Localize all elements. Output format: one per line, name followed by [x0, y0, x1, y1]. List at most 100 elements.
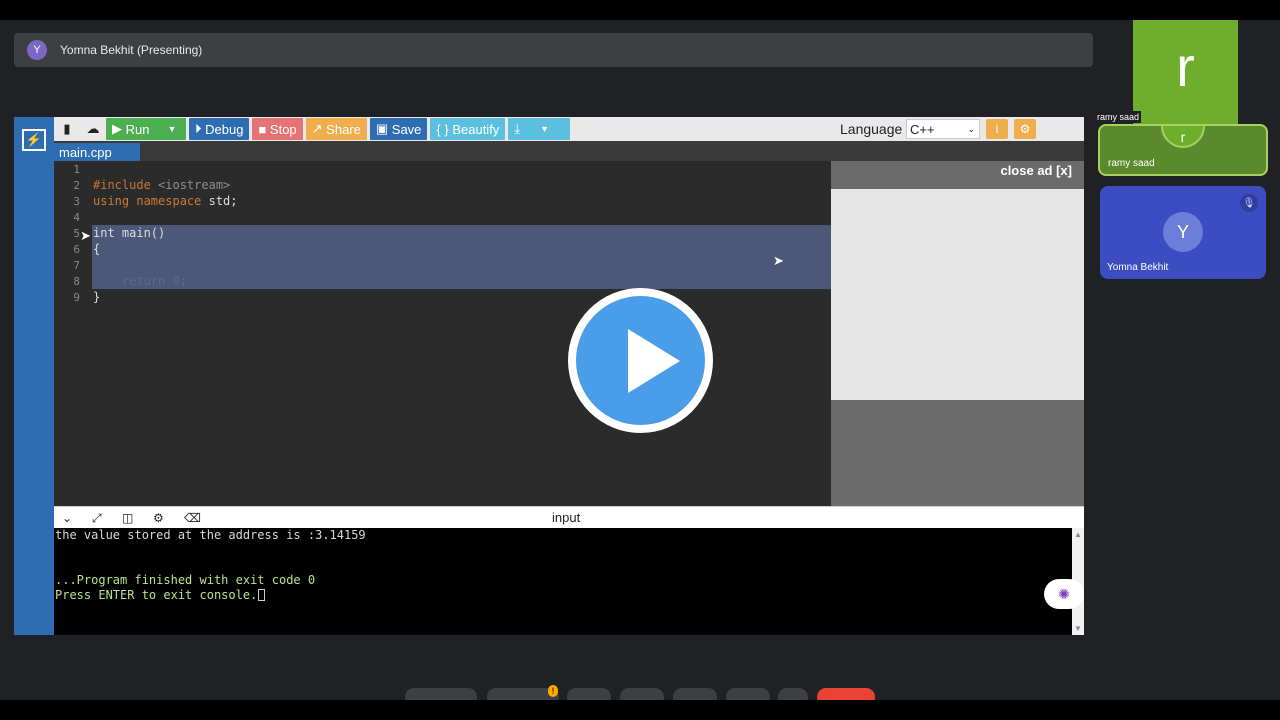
line-number: 9 [73, 291, 80, 304]
code-line-3: using namespace std; [93, 194, 238, 210]
code-line-8: return 0; [93, 274, 187, 290]
namespace-name: std; [201, 194, 238, 208]
mouse-pointer-icon: ➤ [773, 253, 784, 268]
participant-tile-ramy[interactable]: r ramy saad [1098, 124, 1268, 176]
scroll-up-icon[interactable]: ▲ [1074, 530, 1082, 539]
download-button[interactable]: ⤓ ▼ [508, 118, 571, 140]
line-number: 7 [73, 259, 80, 272]
warning-icon: ! [548, 685, 558, 697]
presenter-label: Yomna Bekhit (Presenting) [60, 43, 203, 57]
chevron-down-icon[interactable]: ▼ [167, 124, 176, 134]
line-number: 8 [73, 275, 80, 288]
play-video-button[interactable] [568, 288, 713, 433]
line-gutter: 1 2 3 4 5 6 7 8 9 [54, 161, 92, 506]
download-icon: ⤓ [514, 121, 521, 136]
console-exit-line: ...Program finished with exit code 0 [55, 573, 316, 587]
code-line-5: int main() [93, 226, 166, 240]
language-select[interactable]: C++ ⌄ [906, 119, 980, 139]
include-directive: #include [93, 178, 151, 192]
share-label: Share [326, 121, 361, 137]
participant-tile-main[interactable]: r [1133, 20, 1238, 125]
save-button[interactable]: ▣ Save [369, 118, 428, 140]
console-prompt-line: Press ENTER to exit console. [55, 588, 266, 602]
play-icon: ▶ [112, 121, 126, 136]
namespace-keyword: namespace [129, 194, 202, 208]
mic-off-icon: 🎙 [1240, 194, 1258, 212]
code-line-9: } [93, 290, 101, 304]
code-line-6: { [93, 242, 101, 256]
select-chevron-icon: ⌄ [967, 123, 975, 134]
code-editor[interactable]: 1 2 3 4 5 6 7 8 9 #include <iostream> us… [54, 161, 831, 506]
language-label: Language [840, 121, 903, 137]
close-ad-button[interactable]: close ad [x] [1000, 163, 1072, 178]
info-icon[interactable]: i [986, 119, 1008, 139]
share-icon: ↗ [311, 121, 327, 136]
line-number: 5 [73, 227, 80, 240]
debug-icon: ⏵ [195, 121, 206, 136]
return-keyword: return [93, 274, 166, 288]
beautify-button[interactable]: { } Beautify [430, 118, 506, 140]
share-button[interactable]: ↗ Share [305, 118, 367, 140]
run-label: Run [125, 121, 150, 137]
play-triangle-icon [628, 329, 680, 393]
return-value: 0; [165, 274, 187, 288]
stop-label: Stop [269, 121, 297, 137]
lightning-logo-icon[interactable]: ⚡ [22, 129, 46, 151]
using-keyword: using [93, 194, 130, 208]
stop-icon: ■ [258, 121, 270, 137]
console-output-line: the value stored at the address is :3.14… [55, 528, 366, 542]
ide-toolbar: ▮ ☁ ▶ Run ▼ ⏵ Debug ■ Stop ↗ Share ▣ Sav… [54, 117, 1084, 141]
text-cursor [258, 589, 266, 601]
output-console[interactable]: the value stored at the address is :3.14… [54, 528, 1072, 635]
participant-name-tag: ramy saad [1095, 111, 1142, 123]
debug-button[interactable]: ⏵ Debug [189, 118, 250, 140]
file-tabs: main.cpp [54, 141, 1084, 161]
online-ide: ⚡ ▮ ☁ ▶ Run ▼ ⏵ Debug ■ Stop ↗ Share ▣ S… [14, 117, 1084, 635]
ide-side-rail: ⚡ [14, 117, 54, 635]
beautify-label: { } Beautify [436, 121, 500, 137]
new-file-icon[interactable]: ▮ [54, 118, 80, 140]
tab-main-cpp[interactable]: main.cpp [54, 143, 140, 161]
console-prompt-text: Press ENTER to exit console. [55, 588, 258, 602]
download-chevron-icon[interactable]: ▼ [540, 124, 549, 134]
bottom-bar [0, 700, 1280, 720]
play-circle [576, 296, 705, 425]
ad-panel: close ad [x] [831, 161, 1084, 506]
expand-icon[interactable]: ⤢ [92, 511, 102, 526]
participant-avatar: Y [1163, 212, 1203, 252]
meeting-screen: Y Yomna Bekhit (Presenting) ⚡ ▮ ☁ ▶ Run … [0, 0, 1280, 720]
line-number: 3 [73, 195, 80, 208]
line-number: 2 [73, 179, 80, 192]
presenter-avatar: Y [27, 40, 47, 60]
code-line-2: #include <iostream> [93, 178, 230, 194]
line-number: 6 [73, 243, 80, 256]
clear-console-icon[interactable]: ⌫ [184, 511, 201, 525]
top-bar [0, 0, 1280, 20]
language-value: C++ [910, 121, 935, 137]
participant-initial: r [1176, 35, 1195, 98]
debug-label: Debug [205, 121, 244, 137]
line-number: 1 [73, 163, 80, 176]
gear-icon[interactable]: ⚙ [1014, 119, 1036, 139]
layout-icon[interactable]: ◫ [122, 511, 133, 525]
line-number: 4 [73, 211, 80, 224]
ai-assistant-icon[interactable]: ✺ [1044, 579, 1084, 609]
console-settings-icon[interactable]: ⚙ [153, 511, 164, 525]
save-icon: ▣ [375, 121, 392, 136]
run-button[interactable]: ▶ Run ▼ [106, 118, 186, 140]
mouse-pointer-icon: ➤ [80, 228, 91, 243]
participant-avatar: r [1161, 126, 1205, 148]
participant-name: Yomna Bekhit [1107, 262, 1169, 273]
ad-content [831, 189, 1084, 400]
input-label: input [552, 510, 581, 525]
stop-button[interactable]: ■ Stop [252, 118, 303, 140]
participant-tile-yomna[interactable]: 🎙 Y Yomna Bekhit [1100, 186, 1266, 279]
participant-name: ramy saad [1108, 158, 1155, 169]
include-target: <iostream> [150, 178, 231, 192]
console-header: ⌄ ⤢ ◫ ⚙ ⌫ input [54, 506, 1084, 528]
collapse-chevron-icon[interactable]: ⌄ [62, 511, 72, 525]
save-label: Save [391, 121, 422, 137]
text-selection [92, 225, 831, 289]
scroll-down-icon[interactable]: ▼ [1074, 624, 1082, 633]
upload-icon[interactable]: ☁ [80, 118, 106, 140]
